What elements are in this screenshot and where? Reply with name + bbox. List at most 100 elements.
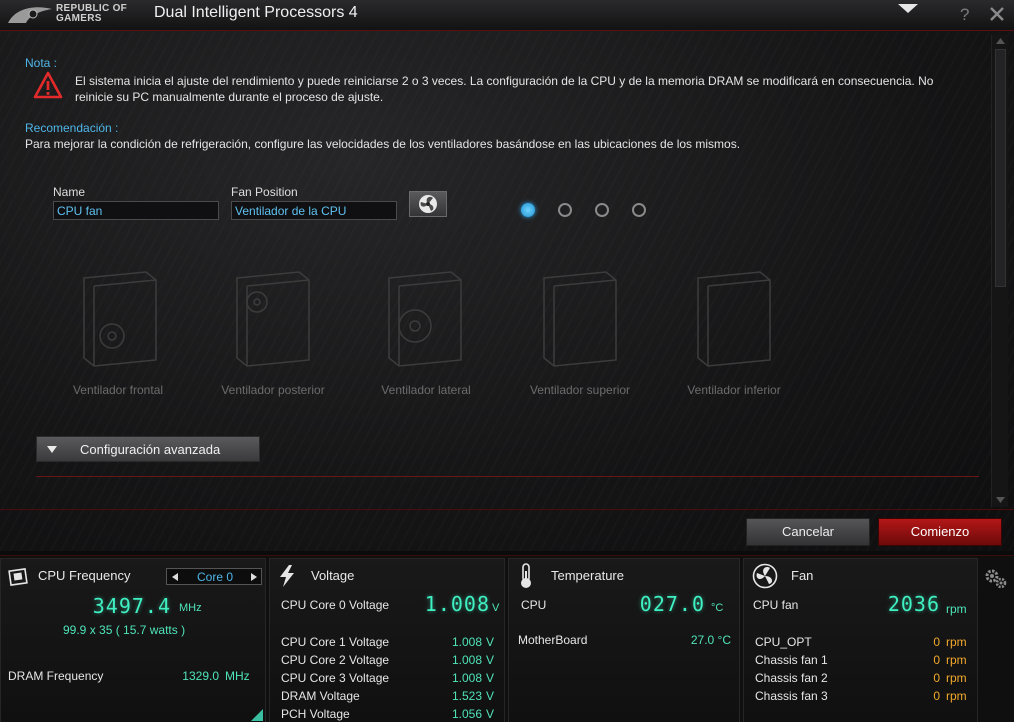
- thermometer-icon: [521, 563, 531, 588]
- fan-row-unit: rpm: [946, 671, 967, 685]
- fan-icon: [752, 563, 778, 589]
- case-rear-fan-icon[interactable]: [223, 266, 333, 371]
- cpu-fan-unit: rpm: [946, 602, 967, 616]
- voltage-row-unit: V: [486, 671, 495, 685]
- cpu-chip-icon: [8, 568, 28, 586]
- page-dot-3[interactable]: [595, 203, 609, 217]
- fan-panel[interactable]: Fan CPU fan 2036 rpm CPU_OPT 0 rpm Chass…: [743, 558, 978, 722]
- fan-row-label: CPU_OPT: [755, 635, 812, 649]
- close-icon[interactable]: [988, 5, 1006, 23]
- monitor-bar: CPU Frequency Core 0 3497.4 MHz 99.9 x 3…: [0, 555, 1014, 722]
- note-text-line2: reinicie su PC manualmente durante el pr…: [75, 90, 384, 104]
- divider: [0, 509, 1014, 510]
- page-dot-2[interactable]: [558, 203, 572, 217]
- case-top-fan-icon[interactable]: [530, 266, 640, 371]
- cancel-button[interactable]: Cancelar: [746, 518, 870, 546]
- position-label-bottom: Ventilador inferior: [687, 383, 781, 397]
- app-title: Dual Intelligent Processors 4: [154, 4, 358, 21]
- cpu-core0-voltage-label: CPU Core 0 Voltage: [281, 598, 390, 612]
- recommendation-text: Para mejorar la condición de refrigeraci…: [25, 137, 741, 151]
- fan-name-input[interactable]: [53, 201, 219, 220]
- cpu-frequency-unit: MHz: [179, 602, 202, 614]
- temperature-panel[interactable]: Temperature CPU 027.0 °C MotherBoard 27.…: [508, 558, 740, 722]
- voltage-row-unit: V: [486, 707, 495, 721]
- position-label-front: Ventilador frontal: [72, 383, 164, 397]
- advanced-settings-label: Configuración avanzada: [80, 442, 221, 457]
- voltage-row-unit: V: [486, 635, 495, 649]
- temperature-title: Temperature: [551, 568, 624, 583]
- scroll-up-icon[interactable]: [996, 38, 1005, 44]
- brand-line2: GAMERS: [56, 13, 102, 24]
- fan-position-label: Fan Position: [231, 185, 298, 199]
- scroll-down-icon[interactable]: [996, 497, 1005, 503]
- fan-row-unit: rpm: [946, 635, 967, 649]
- voltage-row-value: 1.056: [451, 707, 482, 721]
- recommendation-heading: Recomendación :: [25, 121, 119, 135]
- cpu-temp-unit: °C: [711, 602, 724, 614]
- fan-position-input[interactable]: [231, 201, 397, 220]
- lightning-icon: [280, 565, 294, 587]
- scrollbar[interactable]: [991, 35, 1008, 507]
- note-heading: Nota :: [25, 56, 58, 70]
- core-select-label: Core 0: [196, 570, 234, 584]
- motherboard-temp-label: MotherBoard: [518, 633, 588, 647]
- voltage-row-value: 1.008: [451, 635, 482, 649]
- gear-icon[interactable]: [984, 568, 1008, 590]
- fan-row-label: Chassis fan 1: [755, 653, 828, 667]
- voltage-title: Voltage: [311, 568, 355, 583]
- case-bottom-fan-icon[interactable]: [684, 266, 794, 371]
- cpu-frequency-panel[interactable]: CPU Frequency Core 0 3497.4 MHz 99.9 x 3…: [0, 558, 266, 722]
- voltage-panel[interactable]: Voltage CPU Core 0 Voltage 1.008 V CPU C…: [269, 558, 505, 722]
- fan-row-label: Chassis fan 2: [755, 671, 828, 685]
- page-dot-1[interactable]: [521, 203, 535, 217]
- fan-row-value: 0: [933, 689, 940, 703]
- cpu-temp-value: 027.0: [639, 592, 705, 616]
- voltage-row-value: 1.008: [451, 653, 482, 667]
- cpu-temp-label: CPU: [521, 598, 547, 612]
- cpu-frequency-title: CPU Frequency: [38, 568, 131, 583]
- fan-row-value: 0: [933, 653, 940, 667]
- dropdown-menu-icon[interactable]: [898, 4, 918, 14]
- cpu-fan-value: 2036: [887, 592, 940, 616]
- divider: [36, 476, 979, 477]
- main-panel: Nota : El sistema inicia el ajuste del r…: [0, 31, 1014, 551]
- dram-frequency-unit: MHz: [225, 669, 250, 683]
- core-selector[interactable]: Core 0: [166, 568, 262, 585]
- fan-icon: [419, 195, 437, 213]
- case-front-fan-icon[interactable]: [70, 266, 180, 371]
- voltage-row-label: CPU Core 1 Voltage: [281, 635, 390, 649]
- position-label-top: Ventilador superior: [529, 383, 631, 397]
- voltage-row-label: CPU Core 2 Voltage: [281, 653, 390, 667]
- cpu-frequency-detail: 99.9 x 35 ( 15.7 watts ): [63, 623, 186, 637]
- voltage-row-label: CPU Core 3 Voltage: [281, 671, 390, 685]
- voltage-row-unit: V: [486, 653, 495, 667]
- expand-arrow-icon: [47, 446, 57, 453]
- voltage-row-label: PCH Voltage: [281, 707, 350, 721]
- page-dot-4[interactable]: [632, 203, 646, 217]
- fan-row-unit: rpm: [946, 689, 967, 703]
- voltage-row-unit: V: [486, 689, 495, 703]
- scroll-thumb[interactable]: [995, 49, 1006, 287]
- help-button[interactable]: ?: [960, 5, 969, 25]
- fan-row-unit: rpm: [946, 653, 967, 667]
- start-button[interactable]: Comienzo: [878, 518, 1002, 546]
- dram-frequency-label: DRAM Frequency: [8, 669, 104, 683]
- next-core-icon[interactable]: [251, 573, 257, 581]
- cpu-core0-voltage-unit: V: [492, 602, 500, 614]
- fan-row-label: Chassis fan 3: [755, 689, 828, 703]
- brand-text: REPUBLIC OF GAMERS: [56, 4, 127, 24]
- name-label: Name: [53, 185, 86, 199]
- note-text-line1: El sistema inicia el ajuste del rendimie…: [75, 74, 934, 88]
- fan-title: Fan: [791, 568, 814, 583]
- motherboard-temp-value: 27.0 °C: [690, 633, 731, 647]
- rog-logo-icon: [8, 7, 52, 23]
- case-side-fan-icon[interactable]: [375, 266, 485, 371]
- cpu-fan-label: CPU fan: [753, 598, 799, 612]
- position-label-side: Ventilador lateral: [381, 383, 471, 397]
- title-bar: REPUBLIC OF GAMERS Dual Intelligent Proc…: [0, 0, 1014, 31]
- fan-select-button[interactable]: [409, 191, 447, 217]
- voltage-row-label: DRAM Voltage: [281, 689, 360, 703]
- dram-frequency-value: 1329.0: [182, 669, 219, 683]
- expand-corner-icon[interactable]: [251, 709, 263, 721]
- advanced-settings-button[interactable]: Configuración avanzada: [36, 436, 260, 462]
